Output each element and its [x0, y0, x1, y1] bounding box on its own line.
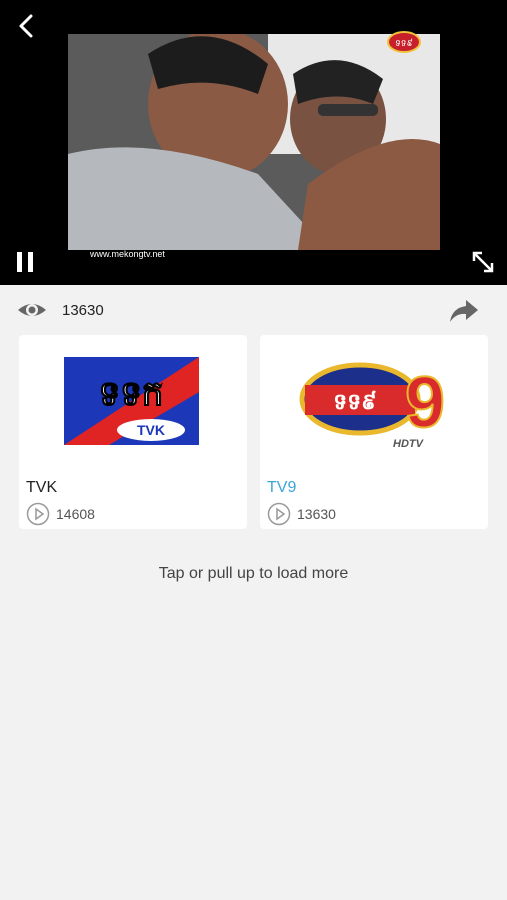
- tvk-logo: ទទក TVK: [64, 357, 199, 445]
- load-more-button[interactable]: Tap or pull up to load more: [0, 565, 507, 583]
- stats-row: 13630: [0, 286, 507, 334]
- eye-icon: [18, 304, 46, 316]
- video-frame[interactable]: [68, 34, 440, 250]
- channel-name[interactable]: TV9: [267, 479, 296, 497]
- view-count: 13630: [62, 302, 104, 319]
- svg-text:ទទ៩: ទទ៩: [333, 390, 377, 415]
- video-scene-image: [68, 34, 440, 250]
- back-icon[interactable]: [14, 12, 42, 40]
- play-count: 14608: [56, 506, 95, 522]
- channel-card-tv9[interactable]: ទទ៩ 9 HDTV TV9 13630: [260, 335, 488, 529]
- svg-text:ទទ៩: ទទ៩: [395, 38, 413, 49]
- play-count-icon: [26, 502, 50, 526]
- video-player[interactable]: ទទ៩ www.mekongtv.net: [0, 0, 507, 285]
- pause-icon[interactable]: [14, 250, 38, 274]
- channel-card-tvk[interactable]: ទទក TVK TVK 14608: [19, 335, 247, 529]
- channel-name[interactable]: TVK: [26, 479, 57, 497]
- watermark-text: www.mekongtv.net: [90, 249, 165, 259]
- share-icon[interactable]: [448, 298, 480, 324]
- svg-text:TVK: TVK: [137, 422, 165, 438]
- fullscreen-icon[interactable]: [470, 249, 496, 275]
- play-count-icon: [267, 502, 291, 526]
- svg-text:9: 9: [405, 363, 445, 443]
- svg-text:HDTV: HDTV: [393, 438, 425, 450]
- play-count: 13630: [297, 506, 336, 522]
- tv9-logo: ទទ៩ 9 HDTV: [299, 362, 446, 450]
- channel-bug-logo: ទទ៩: [387, 31, 421, 53]
- svg-text:ទទក: ទទក: [99, 374, 164, 414]
